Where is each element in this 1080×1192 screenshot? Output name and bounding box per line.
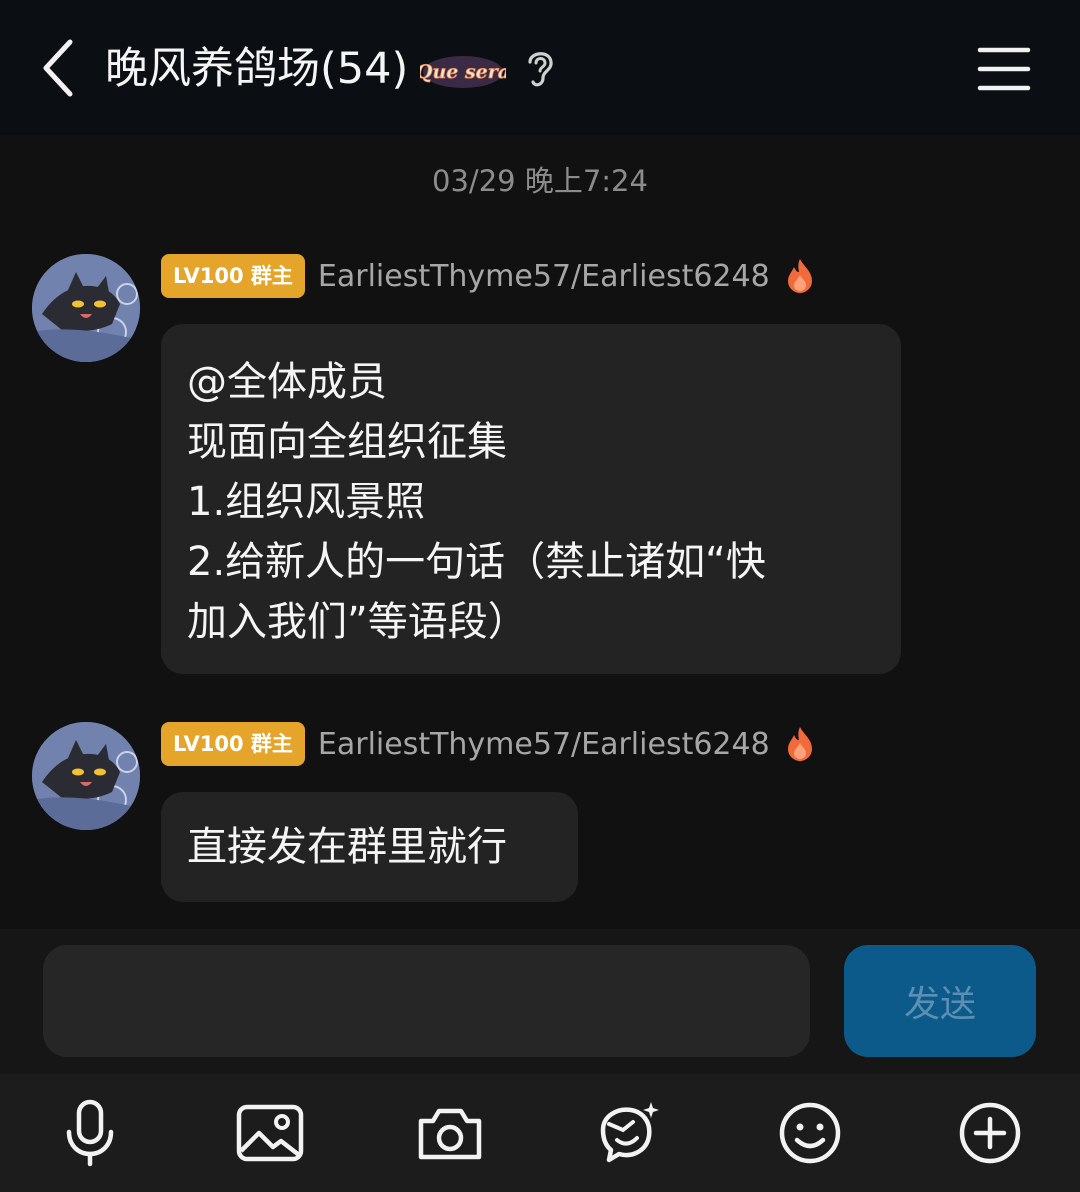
- camera-icon: [418, 1108, 482, 1160]
- sender-name[interactable]: EarliestThyme57/Earliest6248: [318, 727, 770, 762]
- group-logo: Que sera: [416, 48, 510, 92]
- back-button[interactable]: [30, 34, 86, 102]
- avatar[interactable]: [32, 722, 140, 830]
- hamburger-icon: [977, 47, 1031, 91]
- emoji-icon: [779, 1102, 841, 1164]
- composer-bar: 发送: [0, 929, 1080, 1074]
- send-button[interactable]: 发送: [844, 945, 1036, 1057]
- plus-icon: [959, 1102, 1021, 1164]
- message-meta: LV100 群主 EarliestThyme57/Earliest6248: [161, 721, 816, 767]
- message-line: @全体成员: [187, 359, 387, 405]
- ear-mode-button[interactable]: [522, 46, 558, 90]
- chevron-left-icon: [43, 39, 73, 97]
- voice-button[interactable]: [45, 1088, 135, 1178]
- message-bubble[interactable]: 直接发在群里就行: [161, 792, 578, 902]
- level-badge: LV100 群主: [161, 722, 305, 766]
- microphone-icon: [66, 1099, 114, 1167]
- svg-text:Que sera: Que sera: [420, 61, 506, 83]
- image-icon: [236, 1104, 304, 1162]
- top-bar: 晚风养鸽场(54) Que sera: [0, 0, 1080, 135]
- image-button[interactable]: [225, 1088, 315, 1178]
- emoji-button[interactable]: [765, 1088, 855, 1178]
- menu-button[interactable]: [972, 44, 1036, 94]
- message-line: 加入我们”等语段）: [187, 599, 528, 645]
- message-meta: LV100 群主 EarliestThyme57/Earliest6248: [161, 253, 816, 299]
- message-input[interactable]: [43, 945, 810, 1057]
- message-line: 直接发在群里就行: [187, 824, 507, 870]
- avatar[interactable]: [32, 254, 140, 362]
- chat-title: 晚风养鸽场(54): [105, 44, 409, 94]
- fire-icon: [787, 259, 812, 293]
- level-badge: LV100 群主: [161, 254, 305, 298]
- more-button[interactable]: [945, 1088, 1035, 1178]
- message-bubble[interactable]: @全体成员 现面向全组织征集 1.组织风景照 2.给新人的一句话（禁止诸如“快 …: [161, 324, 901, 674]
- sticker-button[interactable]: [583, 1088, 673, 1178]
- sender-name[interactable]: EarliestThyme57/Earliest6248: [318, 259, 770, 294]
- input-toolbar: [0, 1074, 1080, 1192]
- message-line: 现面向全组织征集: [187, 419, 507, 465]
- ear-icon: [528, 52, 553, 87]
- camera-button[interactable]: [405, 1088, 495, 1178]
- message-timestamp: 03/29 晚上7:24: [432, 164, 648, 198]
- fire-icon: [787, 727, 812, 761]
- message-line: 1.组织风景照: [187, 479, 426, 525]
- sticker-icon: [600, 1102, 659, 1163]
- message-line: 2.给新人的一句话（禁止诸如“快: [187, 539, 766, 585]
